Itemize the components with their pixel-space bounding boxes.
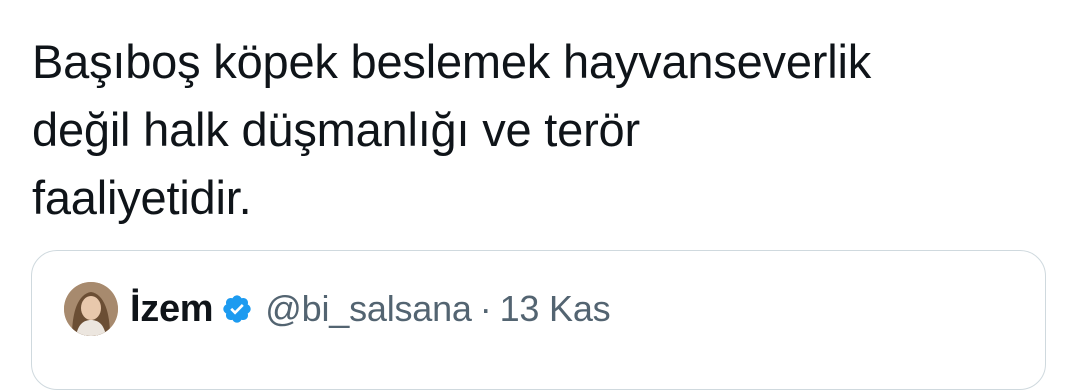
separator-dot: · (479, 288, 492, 329)
quoted-tweet-card[interactable]: İzem @bi_salsana · 13 Kas (31, 250, 1046, 390)
user-handle[interactable]: @bi_salsana (265, 288, 472, 330)
tweet-date[interactable]: 13 Kas (500, 288, 611, 330)
display-name[interactable]: İzem (130, 288, 214, 331)
tweet-text: Başıboş köpek beslemek hayvanseverlik de… (32, 35, 872, 224)
verified-badge-icon (221, 293, 253, 325)
avatar[interactable] (64, 282, 118, 336)
quoted-tweet-header: İzem @bi_salsana · 13 Kas (64, 281, 611, 337)
